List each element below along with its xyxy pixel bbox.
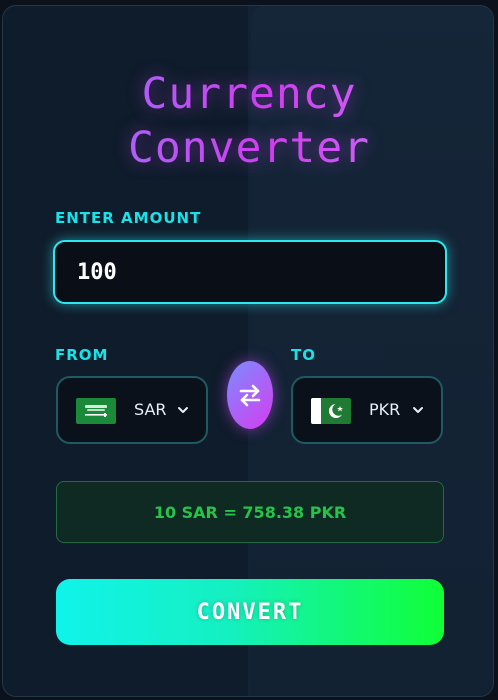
app-title-line1: Currency xyxy=(3,66,493,122)
amount-label: ENTER AMOUNT xyxy=(55,209,202,227)
from-currency-select[interactable]: SAR xyxy=(56,376,208,444)
conversion-result: 10 SAR = 758.38 PKR xyxy=(56,481,444,543)
chevron-down-icon xyxy=(411,402,425,416)
from-currency-code: SAR xyxy=(134,400,167,419)
from-label: FROM xyxy=(55,346,109,364)
to-currency-code: PKR xyxy=(369,400,401,419)
swap-currencies-button[interactable] xyxy=(227,361,273,429)
chevron-down-icon xyxy=(176,402,190,416)
amount-input[interactable] xyxy=(53,240,447,304)
to-label: TO xyxy=(291,346,316,364)
convert-button[interactable]: CONVERT xyxy=(56,579,444,645)
to-currency-select[interactable]: PKR xyxy=(291,376,443,444)
saudi-arabia-flag-icon xyxy=(76,398,116,424)
converter-card: Currency Converter ENTER AMOUNT FROM TO … xyxy=(2,5,494,697)
app-title-line2: Converter xyxy=(3,120,493,176)
pakistan-flag-icon xyxy=(311,398,351,424)
swap-arrows-icon xyxy=(239,384,261,407)
